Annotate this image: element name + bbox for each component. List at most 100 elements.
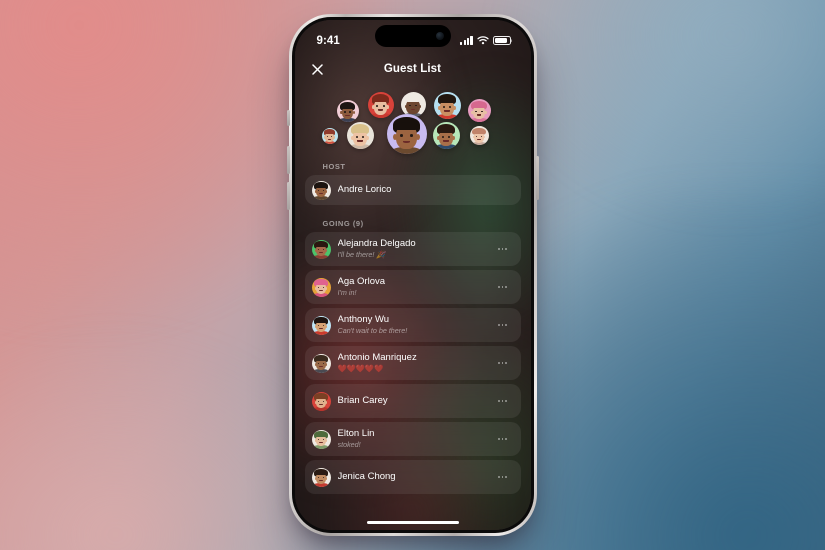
power-button[interactable] xyxy=(535,156,539,200)
guest-rsvp-message: I'll be there! 🎉 xyxy=(337,250,386,259)
device-screen: 9:41 Guest List HOST Andre Lorico GOING … xyxy=(294,20,531,530)
guest-avatar xyxy=(311,467,331,487)
device-bezel: 9:41 Guest List HOST Andre Lorico GOING … xyxy=(291,17,534,533)
guest-more-options-button[interactable] xyxy=(493,319,513,331)
memoji-face xyxy=(471,127,487,145)
guest-more-options-button[interactable] xyxy=(493,471,513,483)
guest-rsvp-message: Can't wait to be there! xyxy=(337,326,408,335)
guest-avatar xyxy=(311,353,331,373)
memoji-face xyxy=(470,100,488,122)
guest-name: Andre Lorico xyxy=(337,184,392,195)
guest-row[interactable]: Antonio Manriquez ❤️❤️❤️❤️❤️ xyxy=(304,346,521,380)
guest-row[interactable]: Elton Lin stoked! xyxy=(304,422,521,456)
memoji-face xyxy=(313,182,329,200)
memoji-face xyxy=(313,355,329,373)
memoji-fringe xyxy=(324,131,335,135)
guest-name: Antonio Manriquez xyxy=(337,352,417,363)
guest-avatar xyxy=(311,315,331,335)
memoji-fringe xyxy=(473,129,485,134)
memoji-face xyxy=(313,469,329,487)
memoji-mouth xyxy=(477,138,481,140)
guest-row[interactable]: Andre Lorico xyxy=(304,175,521,205)
battery-icon xyxy=(492,36,511,45)
home-indicator[interactable] xyxy=(366,520,459,524)
memoji-fringe xyxy=(340,104,354,109)
guest-text: Antonio Manriquez ❤️❤️❤️❤️❤️ xyxy=(338,352,493,374)
silent-switch[interactable] xyxy=(286,110,290,126)
memoji-face xyxy=(391,117,422,154)
guest-more-options-button[interactable] xyxy=(493,433,513,445)
guest-more-options-button[interactable] xyxy=(493,395,513,407)
guest-text: Andre Lorico xyxy=(338,184,513,196)
memoji-fringe xyxy=(315,319,327,324)
guest-name: Aga Orlova xyxy=(337,276,386,287)
memoji-face xyxy=(313,317,329,335)
wifi-icon xyxy=(476,32,489,50)
memoji-fringe xyxy=(315,471,327,476)
section-going-header: GOING (9) xyxy=(322,219,364,228)
guest-list-scroll[interactable]: HOST Andre Lorico GOING (9) Alejandra Del… xyxy=(295,162,531,530)
guest-name: Jenica Chong xyxy=(337,471,396,482)
front-camera-icon xyxy=(435,32,444,40)
cluster-avatar-9[interactable] xyxy=(432,122,460,149)
cluster-avatar-6[interactable] xyxy=(321,128,338,144)
memoji-eye-left xyxy=(400,134,404,138)
guest-list-app: 9:41 Guest List HOST Andre Lorico GOING … xyxy=(295,20,531,530)
guest-row[interactable]: Alejandra Delgado I'll be there! 🎉 xyxy=(304,232,521,266)
guest-rsvp-message: stoked! xyxy=(337,440,361,449)
wallpaper-glow-steel xyxy=(495,0,825,220)
guest-row[interactable]: Jenica Chong xyxy=(304,460,521,494)
memoji-face xyxy=(370,94,391,118)
signal-bars-icon xyxy=(460,36,473,45)
status-bar: 9:41 xyxy=(295,20,531,54)
cluster-avatar-4[interactable] xyxy=(433,92,461,119)
cluster-avatar-7[interactable] xyxy=(346,122,374,149)
guest-more-options-button[interactable] xyxy=(493,357,513,369)
memoji-eye-left xyxy=(442,105,445,108)
guest-row[interactable]: Aga Orlova I'm in! xyxy=(304,270,521,304)
memoji-face xyxy=(313,279,329,297)
memoji-face xyxy=(323,129,336,144)
guest-more-options-button[interactable] xyxy=(493,281,513,293)
memoji-fringe xyxy=(351,127,368,133)
memoji-fringe xyxy=(472,103,486,109)
memoji-mouth xyxy=(476,114,482,116)
memoji-face xyxy=(436,94,458,119)
memoji-eye-left xyxy=(376,105,379,108)
memoji-fringe xyxy=(315,243,327,248)
guest-text: Jenica Chong xyxy=(338,471,493,483)
guest-row[interactable]: Anthony Wu Can't wait to be there! xyxy=(304,308,521,342)
guest-avatar-cluster xyxy=(295,84,531,162)
cluster-avatar-10[interactable] xyxy=(469,126,489,145)
memoji-fringe xyxy=(405,96,421,103)
guest-avatar xyxy=(311,277,331,297)
guest-text: Brian Carey xyxy=(338,395,493,407)
memoji-eye-right xyxy=(362,135,365,138)
memoji-eye-right xyxy=(448,135,451,138)
cluster-avatar-2[interactable] xyxy=(367,92,394,118)
cluster-avatar-5[interactable] xyxy=(467,99,491,122)
guest-more-options-button[interactable] xyxy=(493,243,513,255)
memoji-fringe xyxy=(394,121,419,131)
cluster-avatar-1[interactable] xyxy=(336,100,359,122)
memoji-fringe xyxy=(315,184,327,189)
memoji-fringe xyxy=(315,433,327,438)
memoji-fringe xyxy=(438,97,455,103)
guest-text: Aga Orlova I'm in! xyxy=(338,276,493,298)
memoji-face xyxy=(313,241,329,259)
volume-down-button[interactable] xyxy=(286,182,290,210)
guest-rsvp-message: I'm in! xyxy=(337,288,357,297)
memoji-fringe xyxy=(372,96,389,103)
guest-avatar xyxy=(311,391,331,411)
close-icon[interactable] xyxy=(308,59,328,79)
cluster-avatar-8[interactable] xyxy=(386,114,427,154)
guest-rsvp-message: ❤️❤️❤️❤️❤️ xyxy=(337,364,384,373)
guest-row[interactable]: Brian Carey xyxy=(304,384,521,418)
memoji-mouth xyxy=(357,139,363,142)
device-frame: 9:41 Guest List HOST Andre Lorico GOING … xyxy=(286,14,539,536)
volume-up-button[interactable] xyxy=(286,146,290,174)
memoji-face xyxy=(435,124,457,149)
guest-avatar xyxy=(311,239,331,259)
memoji-face xyxy=(313,393,329,411)
